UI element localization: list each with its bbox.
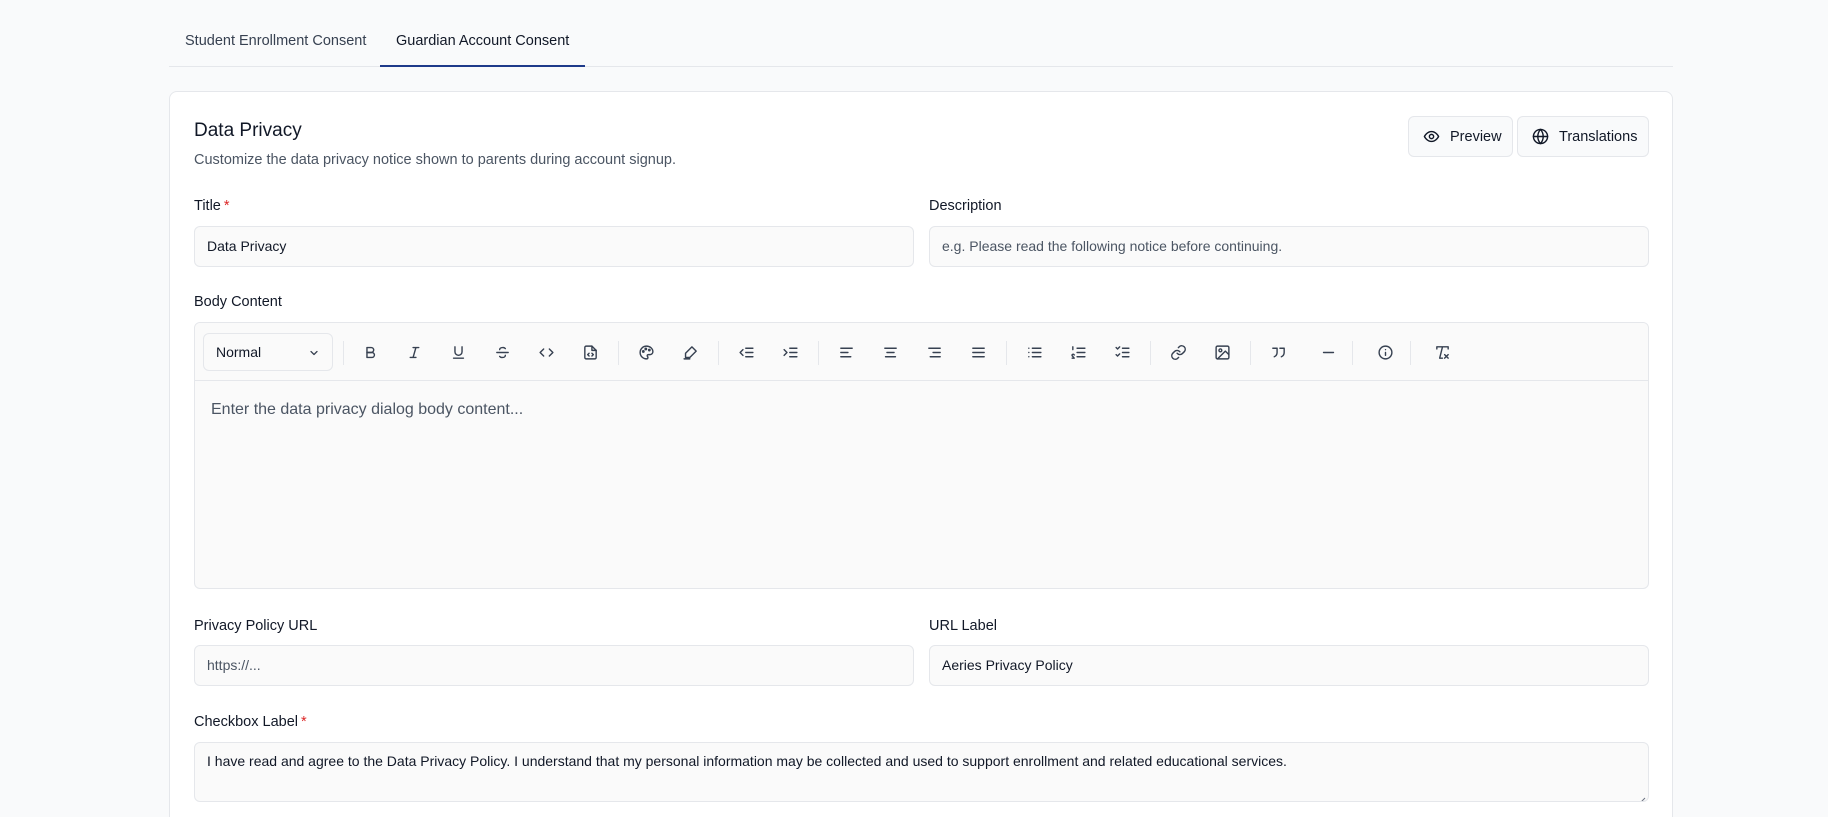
checkbox-label-text: I have read and agree to the Data Privac… [207,753,1287,769]
italic-icon[interactable] [402,340,426,364]
toolbar-divider [618,341,619,365]
strikethrough-icon[interactable] [490,340,514,364]
toolbar-divider [1250,341,1251,365]
url-label-input[interactable]: Aeries Privacy Policy [929,645,1649,686]
eye-icon [1423,128,1440,145]
code-icon[interactable] [534,340,558,364]
description-input[interactable]: e.g. Please read the following notice be… [929,226,1649,267]
data-privacy-card: Data Privacy Customize the data privacy … [169,91,1673,817]
toolbar-divider [1150,341,1151,365]
toolbar-divider [1410,341,1411,365]
required-indicator: * [301,714,307,730]
editor-toolbar: Normal [195,323,1648,381]
tab-guardian-account-consent[interactable]: Guardian Account Consent [380,27,586,67]
section-subtitle: Customize the data privacy notice shown … [194,152,676,168]
editor-body-placeholder[interactable]: Enter the data privacy dialog body conte… [211,401,523,419]
indent-icon[interactable] [778,340,802,364]
preview-button[interactable]: Preview [1408,116,1513,157]
toolbar-divider [1006,341,1007,365]
align-right-icon[interactable] [922,340,946,364]
translations-label: Translations [1559,128,1638,145]
code-block-icon[interactable] [578,340,602,364]
checklist-icon[interactable] [1110,340,1134,364]
numbered-list-icon[interactable] [1066,340,1090,364]
checkbox-label-textarea[interactable]: I have read and agree to the Data Privac… [194,742,1649,802]
rich-text-editor: Normal Enter the data privacy dialog bod… [194,322,1649,589]
text-color-icon[interactable] [634,340,658,364]
checkbox-label-label: Checkbox Label * [194,714,307,730]
image-icon[interactable] [1210,340,1234,364]
toolbar-divider [1352,341,1353,365]
url-label-label: URL Label [929,618,997,634]
align-left-icon[interactable] [834,340,858,364]
link-icon[interactable] [1166,340,1190,364]
privacy-policy-url-label: Privacy Policy URL [194,618,318,634]
required-indicator: * [223,198,230,214]
align-center-icon[interactable] [878,340,902,364]
quote-icon[interactable] [1266,340,1290,364]
bullet-list-icon[interactable] [1022,340,1046,364]
title-label: Title * [194,198,230,214]
toolbar-divider [718,341,719,365]
description-label: Description [929,198,1002,214]
privacy-policy-url-input[interactable]: https://... [194,645,914,686]
align-justify-icon[interactable] [966,340,990,364]
title-input[interactable]: Data Privacy [194,226,914,267]
horizontal-rule-icon[interactable] [1316,340,1340,364]
toolbar-divider [343,341,344,365]
block-style-select[interactable]: Normal [203,333,333,371]
checkbox-label-label-text: Checkbox Label [194,714,298,730]
translations-button[interactable]: Translations [1517,116,1649,157]
globe-icon [1532,128,1549,145]
title-label-text: Title [194,198,221,214]
bold-icon[interactable] [358,340,382,364]
highlight-icon[interactable] [678,340,702,364]
info-callout-icon[interactable] [1373,340,1397,364]
body-content-label: Body Content [194,294,282,310]
outdent-icon[interactable] [734,340,758,364]
section-title: Data Privacy [194,120,302,141]
underline-icon[interactable] [446,340,470,364]
preview-label: Preview [1450,128,1502,145]
toolbar-divider [818,341,819,365]
clear-formatting-icon[interactable] [1430,340,1454,364]
resize-handle-icon[interactable] [1638,791,1646,801]
block-style-value: Normal [216,344,262,360]
tab-student-enrollment-consent[interactable]: Student Enrollment Consent [169,27,382,67]
consent-tabs: Student Enrollment Consent Guardian Acco… [169,0,1673,67]
